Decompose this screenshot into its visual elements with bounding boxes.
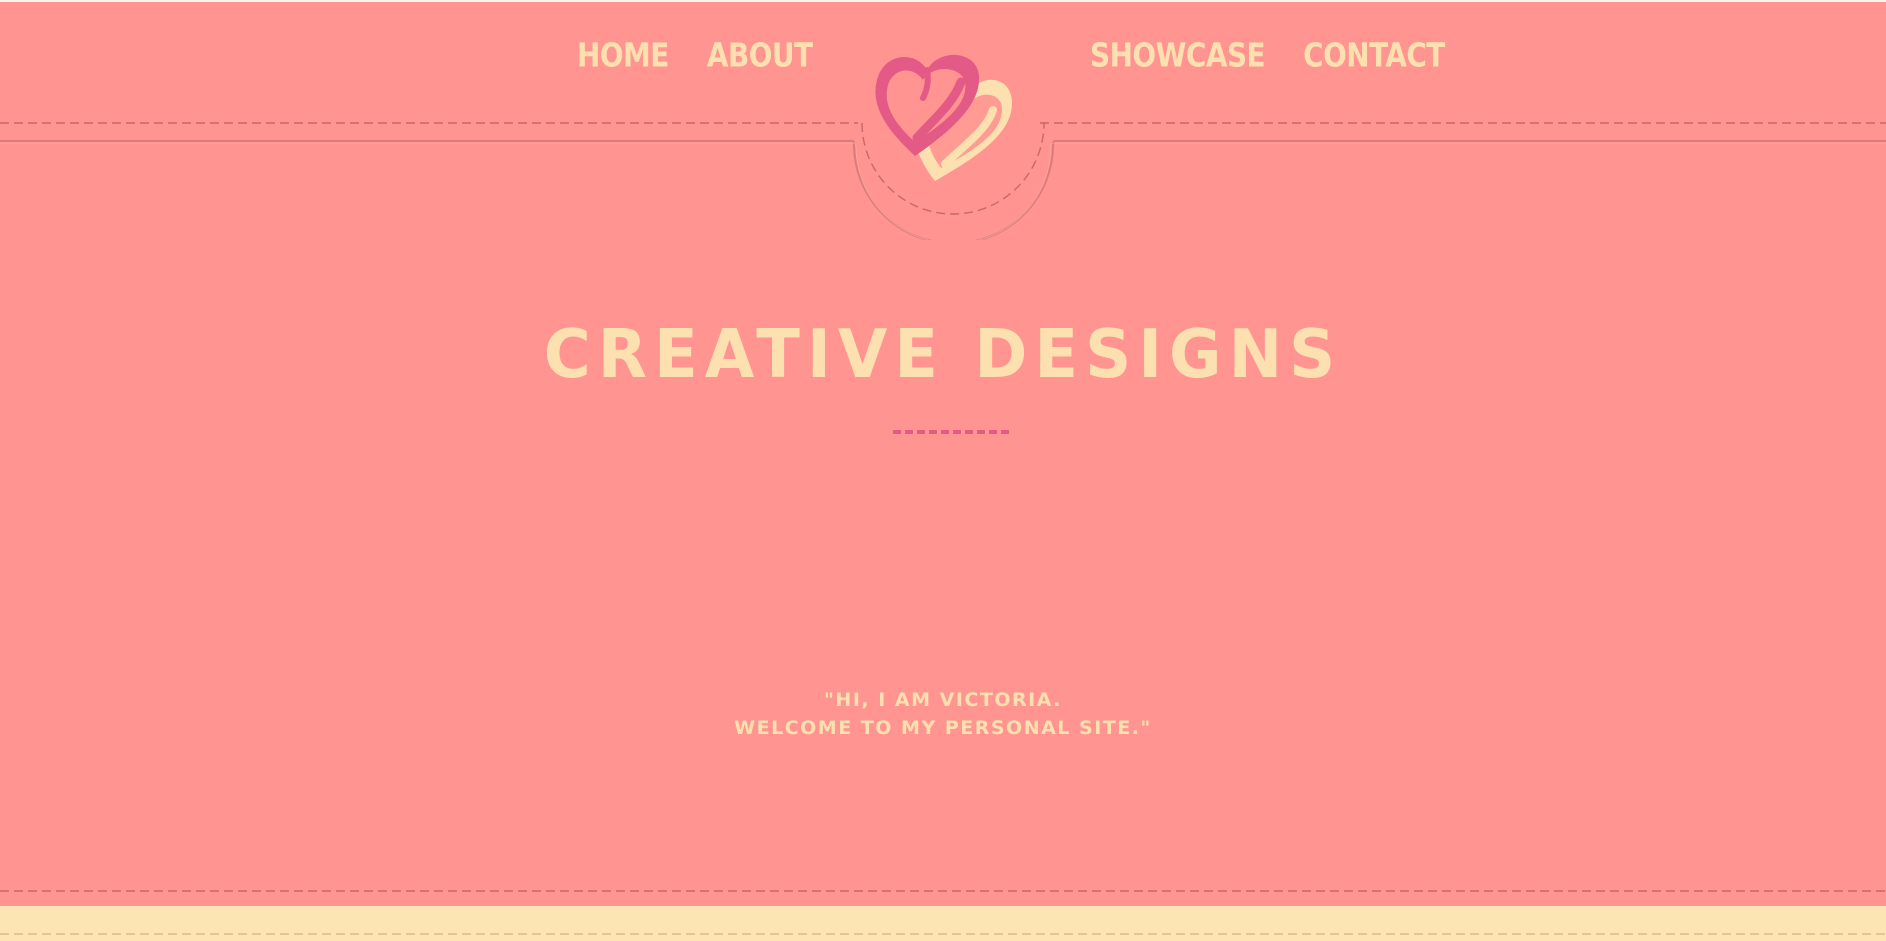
footer-stitch [0, 890, 1886, 892]
nav-about-link[interactable]: ABOUT [707, 35, 813, 77]
nav-right: SHOWCASE CONTACT [1090, 36, 1483, 76]
nav-left: HOME ABOUT [577, 36, 851, 76]
footer-band-stitch [0, 933, 1886, 935]
hero-title: CREATIVE DESIGNS [543, 316, 1343, 394]
hero-divider [893, 430, 1011, 434]
footer-band [0, 906, 1886, 941]
logo[interactable] [865, 46, 1030, 186]
double-heart-icon [875, 54, 1013, 181]
nav-contact-link[interactable]: CONTACT [1303, 35, 1445, 77]
page: HOME ABOUT SHOWCASE CONTACT CREATIVE DES… [0, 0, 1886, 941]
nav-home-link[interactable]: HOME [577, 35, 669, 77]
hero-quote-line-1: "HI, I AM VICTORIA. [824, 689, 1062, 711]
nav-showcase-link[interactable]: SHOWCASE [1090, 35, 1266, 77]
hero-quote: "HI, I AM VICTORIA. WELCOME TO MY PERSON… [0, 686, 1886, 742]
hero-quote-line-2: WELCOME TO MY PERSONAL SITE." [734, 717, 1152, 739]
